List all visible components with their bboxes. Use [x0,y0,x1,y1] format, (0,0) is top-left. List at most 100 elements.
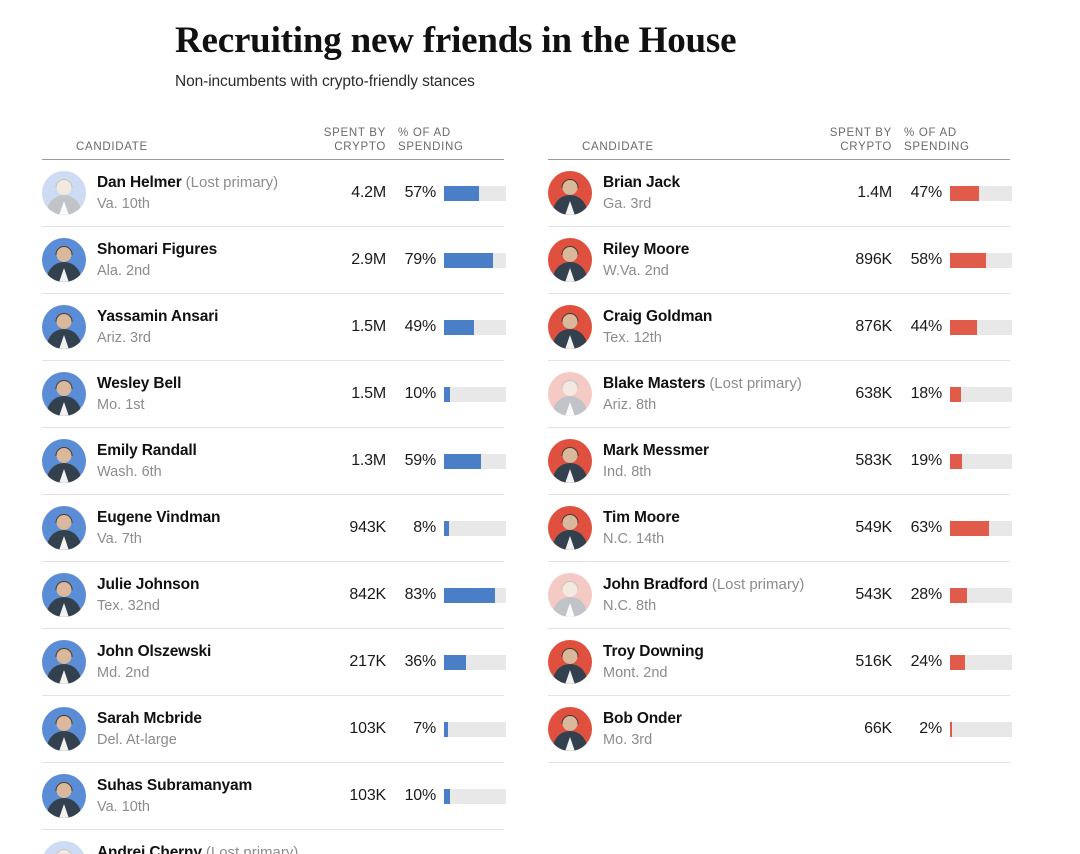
candidate-cell: Emily RandallWash. 6th [42,439,308,483]
candidate-cell: John Bradford(Lost primary)N.C. 8th [548,573,814,617]
pct-bar-track [444,588,506,603]
candidate-status-note: (Lost primary) [186,174,279,191]
table-row[interactable]: Mark MessmerInd. 8th583K19% [548,428,1010,495]
candidate-name-line: Shomari Figures [97,240,217,261]
table-row[interactable]: Craig GoldmanTex. 12th876K44% [548,294,1010,361]
pct-bar-track [444,655,506,670]
table-row[interactable]: Emily RandallWash. 6th1.3M59% [42,428,504,495]
page-subtitle: Non-incumbents with crypto-friendly stan… [175,73,1080,91]
pct-bar-fill [444,253,493,268]
pct-of-ad-spending-cell: 83% [386,586,504,604]
column-header-pct-line2: SPENDING [904,140,1010,154]
pct-of-ad-spending-cell: 63% [892,519,1010,537]
table-row[interactable]: Tim MooreN.C. 14th549K63% [548,495,1010,562]
column-header-pct-line2: SPENDING [398,140,504,154]
candidate-name: Yassamin Ansari [97,308,218,325]
candidate-district: N.C. 14th [603,530,680,549]
candidate-district: Tex. 12th [603,329,712,348]
candidate-district: Va. 10th [97,195,278,214]
candidate-cell: Andrei Cherny(Lost primary)Ariz. 1st [42,841,308,854]
table-body-democrats: Dan Helmer(Lost primary)Va. 10th4.2M57%S… [42,160,504,854]
table-row[interactable]: Julie JohnsonTex. 32nd 842K83% [42,562,504,629]
pct-of-ad-spending-cell: 10% [386,787,504,805]
table-row[interactable]: Andrei Cherny(Lost primary)Ariz. 1st100K… [42,830,504,854]
table-row[interactable]: Yassamin AnsariAriz. 3rd1.5M49% [42,294,504,361]
spent-by-crypto-value: 638K [814,385,892,403]
pct-label: 49% [398,318,436,336]
table-row[interactable]: Sarah McbrideDel. At-large103K7% [42,696,504,763]
table-row[interactable]: Shomari FiguresAla. 2nd2.9M79% [42,227,504,294]
pct-of-ad-spending-cell: 8% [386,519,504,537]
header: Recruiting new friends in the House Non-… [0,0,1080,91]
candidate-name-line: Troy Downing [603,642,704,663]
candidate-status-note: (Lost primary) [709,375,802,392]
candidate-name-line: Andrei Cherny(Lost primary) [97,843,298,854]
candidate-district: Ala. 2nd [97,262,217,281]
candidate-name: Suhas Subramanyam [97,777,252,794]
spent-by-crypto-value: 943K [308,519,386,537]
candidate-name-line: Craig Goldman [603,307,712,328]
pct-bar-track [444,521,506,536]
pct-bar-track [444,186,506,201]
table-row[interactable]: Suhas SubramanyamVa. 10th103K10% [42,763,504,830]
pct-label: 58% [904,251,942,269]
pct-bar-fill [950,454,962,469]
avatar [42,841,86,854]
pct-label: 44% [904,318,942,336]
candidate-name: Tim Moore [603,509,680,526]
table-row[interactable]: Wesley BellMo. 1st1.5M10% [42,361,504,428]
spent-by-crypto-value: 583K [814,452,892,470]
table-row[interactable]: Eugene VindmanVa. 7th943K8% [42,495,504,562]
pct-bar-track [950,387,1012,402]
table-row[interactable]: Blake Masters(Lost primary)Ariz. 8th638K… [548,361,1010,428]
candidate-name: Dan Helmer [97,174,182,191]
candidate-names: Julie JohnsonTex. 32nd [97,575,199,616]
pct-of-ad-spending-cell: 47% [892,184,1010,202]
spent-by-crypto-value: 1.5M [308,318,386,336]
column-header-pct-line1: % OF AD [398,126,504,140]
table-row[interactable]: Riley MooreW.Va. 2nd896K58% [548,227,1010,294]
candidate-names: Troy DowningMont. 2nd [603,642,704,683]
candidate-names: John OlszewskiMd. 2nd [97,642,211,683]
candidate-district: Wash. 6th [97,463,197,482]
table-row[interactable]: John Bradford(Lost primary)N.C. 8th543K2… [548,562,1010,629]
pct-bar-track [444,253,506,268]
pct-label: 63% [904,519,942,537]
candidate-cell: Wesley BellMo. 1st [42,372,308,416]
spent-by-crypto-value: 2.9M [308,251,386,269]
candidate-name-line: Brian Jack [603,173,680,194]
table-row[interactable]: Troy DowningMont. 2nd516K24% [548,629,1010,696]
pct-bar-track [950,454,1012,469]
candidate-name-line: Wesley Bell [97,374,181,395]
table-row[interactable]: Dan Helmer(Lost primary)Va. 10th4.2M57% [42,160,504,227]
candidate-names: Wesley BellMo. 1st [97,374,181,415]
table-row[interactable]: Brian JackGa. 3rd1.4M47% [548,160,1010,227]
avatar [42,238,86,282]
column-header-spent-by-crypto: SPENT BY CRYPTO [308,126,386,155]
pct-bar-track [444,387,506,402]
pct-bar-track [444,722,506,737]
table-header-republicans: CANDIDATE SPENT BY CRYPTO % OF AD SPENDI… [548,115,1010,159]
candidate-name: Eugene Vindman [97,509,220,526]
column-header-spent-line1: SPENT BY [814,126,892,140]
pct-bar-fill [444,588,495,603]
candidate-cell: Brian JackGa. 3rd [548,171,814,215]
pct-of-ad-spending-cell: 7% [386,720,504,738]
candidate-status-note: (Lost primary) [712,576,805,593]
candidate-name: Sarah Mcbride [97,710,202,727]
pct-bar-fill [950,253,986,268]
pct-bar-track [950,588,1012,603]
candidate-name: Riley Moore [603,241,689,258]
table-row[interactable]: Bob OnderMo. 3rd66K2% [548,696,1010,763]
candidate-cell: Dan Helmer(Lost primary) Va. 10th [42,171,308,215]
avatar [548,640,592,684]
pct-of-ad-spending-cell: 44% [892,318,1010,336]
table-row[interactable]: John OlszewskiMd. 2nd217K36% [42,629,504,696]
spent-by-crypto-value: 842K [308,586,386,604]
column-header-spent-line2: CRYPTO [814,140,892,154]
candidate-name-line: Suhas Subramanyam [97,776,252,797]
pct-of-ad-spending-cell: 49% [386,318,504,336]
pct-bar-track [950,253,1012,268]
candidate-name-line: Julie Johnson [97,575,199,596]
candidate-name-line: Emily Randall [97,441,197,462]
